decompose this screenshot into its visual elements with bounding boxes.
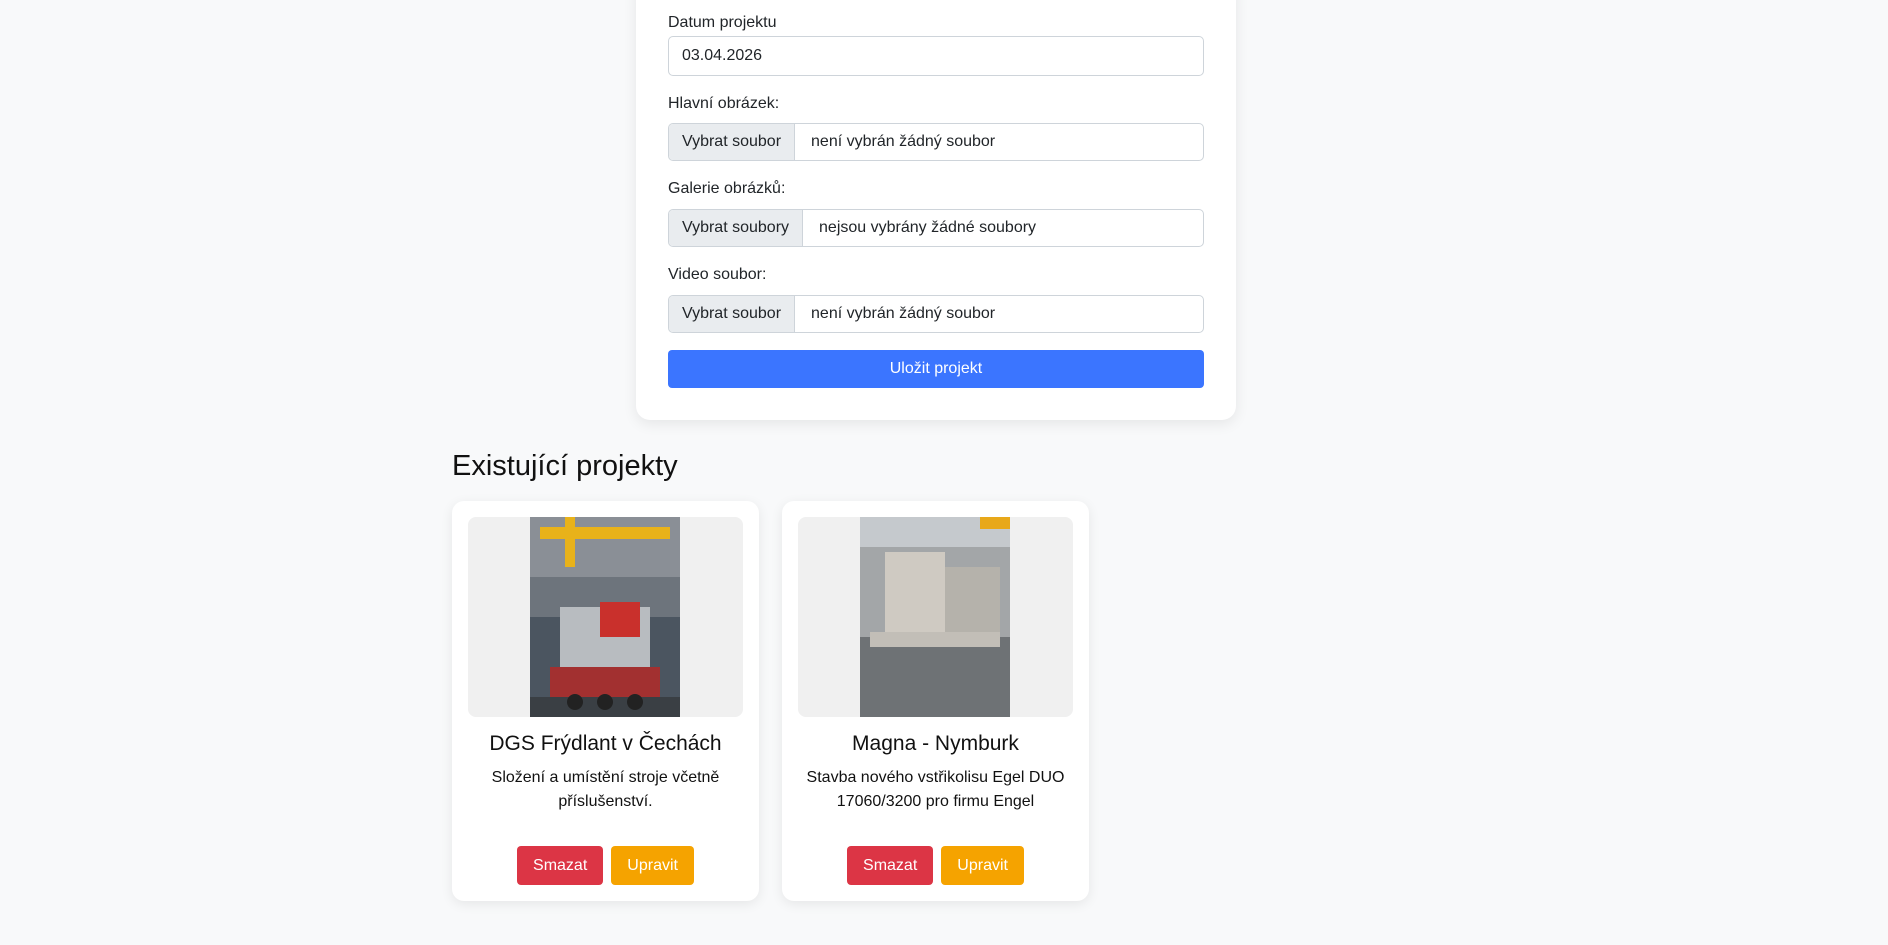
delete-project-button[interactable]: Smazat [847,846,934,885]
save-project-button[interactable]: Uložit projekt [668,350,1204,388]
edit-project-button[interactable]: Upravit [611,846,694,885]
delete-project-button[interactable]: Smazat [517,846,604,885]
project-form-card: Datum projektu Hlavní obrázek: Vybrat so… [636,0,1236,420]
project-card: Magna - Nymburk Stavba nového vstřikolis… [782,501,1089,901]
main-image-label: Hlavní obrázek: [668,95,780,112]
project-image [530,517,680,717]
project-card: DGS Frýdlant v Čechách Složení a umístěn… [452,501,759,901]
date-input[interactable] [668,36,1204,76]
project-image [860,517,1010,717]
project-image-frame [468,517,743,717]
project-image-frame [798,517,1073,717]
project-title: Magna - Nymburk [852,732,1019,755]
date-label: Datum projektu [668,14,777,31]
gallery-choose-button[interactable]: Vybrat soubory [669,210,804,246]
project-actions: Smazat Upravit [452,846,759,885]
main-image-file-input[interactable]: Vybrat soubor není vybrán žádný soubor [668,123,1204,161]
project-description: Stavba nového vstřikolisu Egel DUO 17060… [806,769,1065,810]
video-file-input[interactable]: Vybrat soubor není vybrán žádný soubor [668,295,1204,333]
existing-projects-heading: Existující projekty [452,450,678,482]
main-image-status: není vybrán žádný soubor [811,133,996,150]
project-description: Složení a umístění stroje včetně přísluš… [491,769,720,810]
video-choose-button[interactable]: Vybrat soubor [669,296,796,332]
project-title: DGS Frýdlant v Čechách [489,732,722,755]
gallery-file-input[interactable]: Vybrat soubory nejsou vybrány žádné soub… [668,209,1204,247]
video-label: Video soubor: [668,266,767,283]
video-status: není vybrán žádný soubor [811,305,996,322]
main-image-choose-button[interactable]: Vybrat soubor [669,124,796,160]
project-actions: Smazat Upravit [782,846,1089,885]
edit-project-button[interactable]: Upravit [941,846,1024,885]
gallery-label: Galerie obrázků: [668,180,786,197]
gallery-status: nejsou vybrány žádné soubory [819,219,1037,236]
